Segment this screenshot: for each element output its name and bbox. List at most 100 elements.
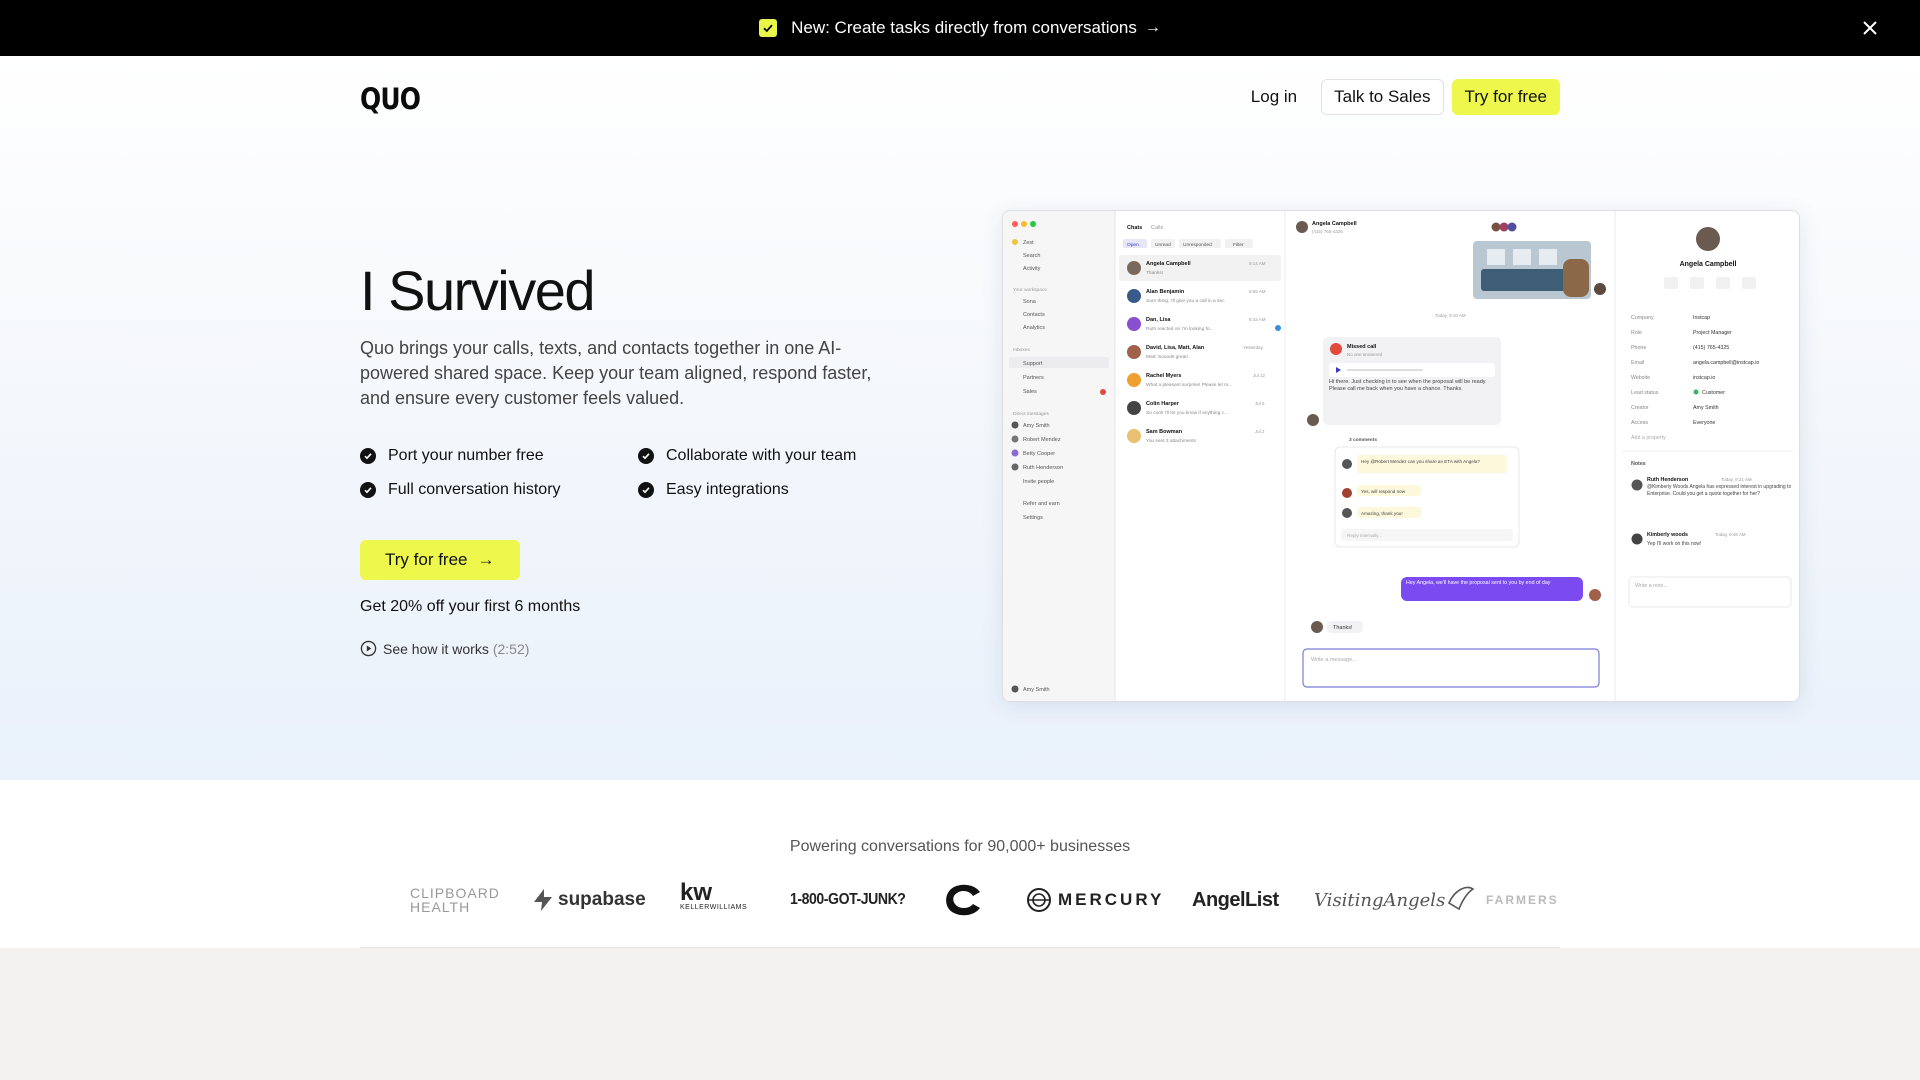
login-link[interactable]: Log in (1235, 79, 1313, 115)
video-duration: (2:52) (492, 640, 530, 657)
svg-text:(415) 765-4325: (415) 765-4325 (1693, 345, 1729, 351)
got-junk-logo: 1-800-GOT-JUNK? (790, 891, 906, 908)
svg-text:Jul 2: Jul 2 (1255, 429, 1265, 434)
close-icon[interactable] (1858, 16, 1882, 40)
svg-text:Analytics: Analytics (1023, 325, 1045, 331)
chicago-bears-logo (940, 880, 986, 920)
feature-list: Port your number free Collaborate with y… (360, 446, 920, 500)
svg-text:Sam Bowman: Sam Bowman (1146, 429, 1183, 435)
feature-item: Easy integrations (638, 480, 898, 500)
svg-text:Ruth Henderson: Ruth Henderson (1023, 465, 1063, 471)
svg-text:Filter: Filter (1233, 242, 1244, 248)
customer-logos-section (0, 780, 1920, 948)
svg-text:Hey @Robert Mendez can you sha: Hey @Robert Mendez can you share an ETA … (1361, 459, 1480, 464)
svg-text:Missed call: Missed call (1347, 344, 1377, 350)
top-nav: QUO Log in Talk to Sales Try for free (360, 56, 1560, 140)
svg-text:You sent 3 attachments: You sent 3 attachments (1146, 438, 1197, 444)
svg-text:Chats: Chats (1127, 225, 1142, 231)
angel-wing-icon (1448, 886, 1475, 911)
see-how-label: See how it works (383, 640, 489, 657)
svg-text:Thanks!: Thanks! (1333, 625, 1353, 631)
svg-text:3 comments: 3 comments (1349, 437, 1377, 443)
svg-text:Project Manager: Project Manager (1693, 330, 1732, 336)
svg-text:Alan Benjamin: Alan Benjamin (1146, 289, 1185, 295)
check-circle-icon (360, 448, 376, 464)
clipboard-health-logo: CLIPBOARD HEALTH (410, 885, 500, 915)
svg-text:Creator: Creator (1631, 405, 1649, 411)
svg-text:Today, 9:10 AM: Today, 9:10 AM (1435, 313, 1466, 318)
svg-text:Unresponded: Unresponded (1183, 242, 1212, 248)
svg-text:Direct messages: Direct messages (1013, 411, 1049, 417)
svg-text:Yep I'll work on this now!: Yep I'll work on this now! (1647, 541, 1701, 547)
svg-text:Yesterday: Yesterday (1243, 345, 1264, 350)
supabase-logo: supabase (532, 880, 646, 920)
svg-text:Jul 5: Jul 5 (1255, 401, 1265, 406)
svg-text:Thanks!: Thanks! (1146, 270, 1163, 276)
svg-text:Angela Campbell: Angela Campbell (1312, 221, 1357, 227)
svg-text:Access: Access (1631, 420, 1648, 426)
feature-item: Port your number free (360, 446, 638, 466)
svg-text:9:14 AM: 9:14 AM (1249, 261, 1266, 266)
svg-text:Support: Support (1023, 361, 1043, 367)
window-max-dot (1030, 221, 1036, 227)
app-preview: Zest Search Activity Your workspace Sona… (1002, 210, 1800, 702)
svg-text:Reply internally...: Reply internally... (1347, 533, 1382, 538)
svg-text:Contacts: Contacts (1023, 312, 1045, 318)
svg-text:Website: Website (1631, 375, 1650, 381)
svg-text:Search: Search (1023, 253, 1040, 259)
hero-try-free-button[interactable]: Try for free → (360, 540, 520, 580)
svg-text:Dan, Lisa: Dan, Lisa (1146, 317, 1171, 323)
svg-text:Amazing, thank you!: Amazing, thank you! (1361, 511, 1403, 516)
svg-text:Open: Open (1127, 242, 1139, 248)
nav-try-free-button[interactable]: Try for free (1451, 79, 1560, 115)
feature-label: Easy integrations (666, 481, 789, 498)
svg-text:Unread: Unread (1155, 242, 1171, 248)
svg-text:Rachel Myers: Rachel Myers (1146, 373, 1181, 379)
window-close-dot (1012, 221, 1018, 227)
feature-item: Full conversation history (360, 480, 638, 500)
svg-text:Phone: Phone (1631, 345, 1646, 351)
svg-text:Sure thing, I'll give you a ca: Sure thing, I'll give you a call in a se… (1146, 298, 1225, 304)
window-min-dot (1021, 221, 1027, 227)
cta-label: Try for free (385, 550, 468, 569)
svg-text:Amy Smith: Amy Smith (1023, 687, 1050, 693)
message-composer (1302, 648, 1600, 688)
svg-text:Ruth reacted on I'm looking fo: Ruth reacted on I'm looking fo... (1146, 326, 1214, 332)
feature-label: Collaborate with your team (666, 447, 857, 464)
svg-text:Notes: Notes (1631, 461, 1646, 467)
svg-text:(415) 765-4325: (415) 765-4325 (1312, 229, 1343, 234)
mercury-logo: MERCURY (1026, 880, 1164, 920)
page-bottom (0, 948, 1920, 1080)
see-how-it-works-link[interactable]: See how it works (2:52) (360, 640, 529, 657)
svg-text:No one answered: No one answered (1347, 352, 1383, 357)
svg-text:Invite people: Invite people (1023, 479, 1054, 485)
nav-actions: Log in Talk to Sales Try for free (1235, 79, 1560, 115)
svg-text:Amy Smith: Amy Smith (1693, 405, 1719, 411)
announcement-bar[interactable]: New: Create tasks directly from conversa… (0, 0, 1920, 56)
svg-text:Ruth Henderson: Ruth Henderson (1647, 477, 1688, 483)
preview-contact-panel: Angela Campbell Company Instcap Role Proje… (1623, 227, 1793, 608)
announcement-text[interactable]: New: Create tasks directly from conversa… (791, 18, 1137, 38)
svg-text:Jul 12: Jul 12 (1253, 373, 1266, 378)
svg-text:Partners: Partners (1023, 375, 1044, 381)
svg-text:Company: Company (1631, 315, 1654, 321)
svg-text:Matt: Sounds great!: Matt: Sounds great! (1146, 354, 1188, 360)
svg-text:Inboxes: Inboxes (1013, 347, 1030, 353)
mercury-globe-icon (1027, 888, 1051, 912)
preview-conversation-list: Chats Calls Open Unread Unresponded Filt… (1119, 225, 1281, 444)
svg-text:Sona: Sona (1023, 299, 1037, 305)
svg-text:Angela Campbell: Angela Campbell (1146, 261, 1191, 267)
talk-to-sales-button[interactable]: Talk to Sales (1321, 79, 1444, 115)
hero-description: Quo brings your calls, texts, and contac… (360, 338, 872, 408)
svg-text:Lead status: Lead status (1631, 390, 1659, 396)
check-circle-icon (638, 482, 654, 498)
feature-label: Full conversation history (388, 481, 561, 498)
svg-text:instcap.io: instcap.io (1693, 375, 1715, 381)
svg-text:Write a note...: Write a note... (1635, 583, 1668, 589)
quo-logo[interactable]: QUO (360, 82, 421, 116)
svg-text:Today, 9:21 AM: Today, 9:21 AM (1721, 477, 1752, 482)
svg-text:8:55 AM: 8:55 AM (1249, 289, 1266, 294)
svg-text:Instcap: Instcap (1693, 315, 1710, 321)
svg-text:What a pleasant surprise! Plea: What a pleasant surprise! Please let m..… (1146, 382, 1232, 388)
discount-text: Get 20% off your first 6 months (360, 598, 581, 615)
